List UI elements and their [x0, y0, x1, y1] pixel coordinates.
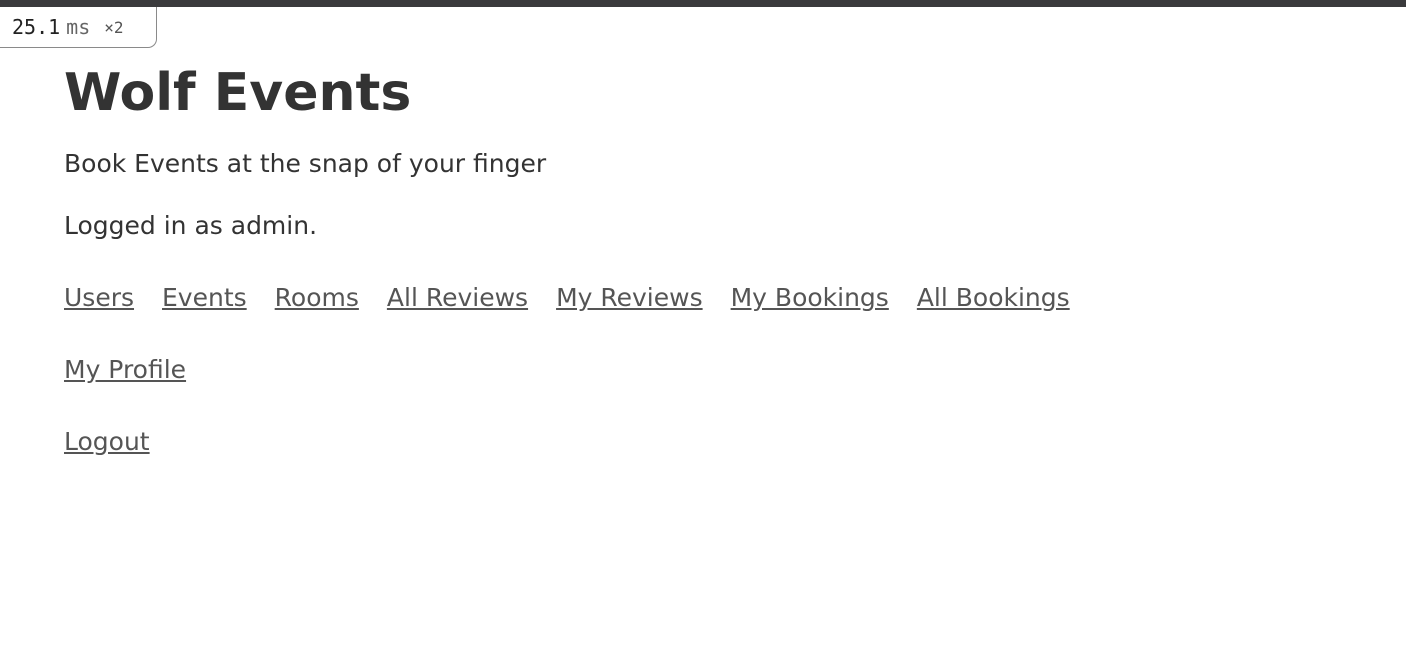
main-nav: Users Events Rooms All Reviews My Review… — [64, 283, 1070, 313]
profile-nav: My Profile — [64, 355, 186, 385]
nav-link-events[interactable]: Events — [162, 283, 247, 313]
perf-time-value: 25.1 — [12, 15, 61, 39]
perf-multiplier: ×2 — [104, 17, 124, 37]
login-status: Logged in as admin. — [64, 211, 318, 240]
logout-nav: Logout — [64, 427, 150, 457]
nav-link-all-bookings[interactable]: All Bookings — [917, 283, 1070, 313]
performance-badge: 25.1 ms ×2 — [0, 7, 157, 48]
perf-time-unit: ms — [66, 15, 91, 39]
nav-link-my-bookings[interactable]: My Bookings — [731, 283, 889, 313]
nav-link-my-reviews[interactable]: My Reviews — [556, 283, 703, 313]
site-tagline: Book Events at the snap of your finger — [64, 149, 547, 178]
window-top-bar — [0, 0, 1406, 7]
nav-link-my-profile[interactable]: My Profile — [64, 355, 186, 385]
nav-link-rooms[interactable]: Rooms — [275, 283, 359, 313]
nav-link-all-reviews[interactable]: All Reviews — [387, 283, 528, 313]
logout-link[interactable]: Logout — [64, 427, 150, 457]
site-title: Wolf Events — [64, 63, 412, 123]
nav-link-users[interactable]: Users — [64, 283, 134, 313]
